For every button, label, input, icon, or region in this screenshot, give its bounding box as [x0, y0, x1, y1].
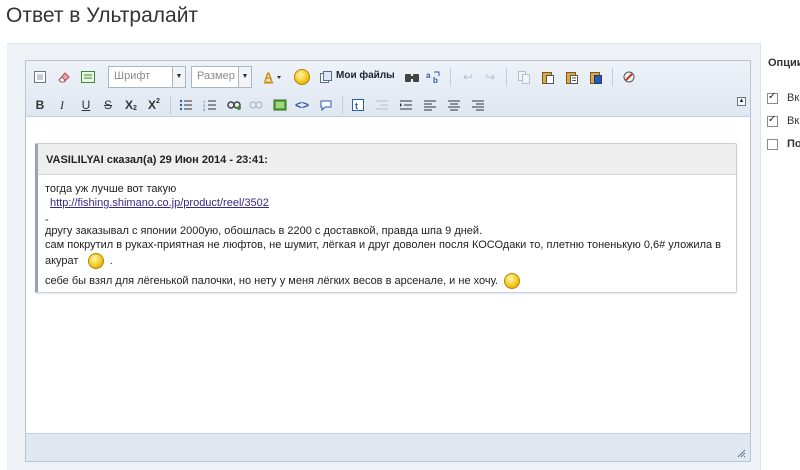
- subscript-button[interactable]: X2: [121, 95, 141, 115]
- paste-word-icon[interactable]: [586, 67, 606, 87]
- underline-button[interactable]: U: [76, 95, 96, 115]
- quote-line: -: [45, 214, 49, 226]
- strike-button[interactable]: S: [98, 95, 118, 115]
- copy-icon[interactable]: [514, 67, 534, 87]
- resize-grip-icon[interactable]: [736, 448, 746, 458]
- quote-line: акурат: [45, 254, 79, 267]
- paste-icon[interactable]: [538, 67, 558, 87]
- toolbar-row-1: Шрифт ▼ Размер ▼ A Мои файлы ab ↩ ↪: [26, 64, 750, 90]
- smiley-icon: [504, 273, 521, 289]
- toolbar-separator: [506, 68, 507, 86]
- quote-line: другу заказывал с японии 2000ую, обошлас…: [45, 225, 483, 237]
- quote-line: тогда уж лучше вот такую: [45, 183, 177, 195]
- spellcheck-icon[interactable]: [620, 67, 640, 87]
- align-center-icon[interactable]: [444, 95, 464, 115]
- bullet-list-icon[interactable]: [176, 95, 196, 115]
- chevron-down-icon: ▼: [172, 67, 185, 87]
- svg-text:b: b: [433, 76, 438, 84]
- svg-text:t: t: [355, 101, 358, 111]
- option-2[interactable]: Вк: [767, 114, 800, 129]
- option-2-checkbox[interactable]: [767, 114, 778, 127]
- svg-text:3: 3: [203, 107, 206, 111]
- size-select-value: Размер: [197, 70, 235, 82]
- superscript-button[interactable]: X2: [144, 95, 164, 115]
- toolbar-row-2: B I U S X2 X2 123 <> t: [26, 92, 750, 118]
- eraser-icon[interactable]: [54, 67, 74, 87]
- paste-text-icon[interactable]: [562, 67, 582, 87]
- redo-icon[interactable]: ↪: [480, 67, 500, 87]
- page-title: Ответ в Ультралайт: [6, 4, 199, 27]
- rich-text-editor: Шрифт ▼ Размер ▼ A Мои файлы ab ↩ ↪ B I …: [25, 60, 751, 462]
- editor-statusbar: [26, 433, 750, 461]
- numbered-list-icon[interactable]: 123: [200, 95, 220, 115]
- font-select[interactable]: Шрифт ▼: [108, 66, 186, 88]
- replace-icon[interactable]: ab: [424, 67, 444, 87]
- option-1-label: Вк: [787, 92, 800, 104]
- quote-icon[interactable]: [316, 95, 336, 115]
- bold-button[interactable]: B: [30, 95, 50, 115]
- svg-text:a: a: [426, 71, 431, 80]
- link-icon[interactable]: [224, 95, 244, 115]
- align-left-icon[interactable]: [420, 95, 440, 115]
- editor-content-area[interactable]: VASILILYAI сказал(а) 29 Июн 2014 - 23:41…: [26, 117, 750, 433]
- toggle-editor-icon[interactable]: [78, 67, 98, 87]
- quote-header: VASILILYAI сказал(а) 29 Июн 2014 - 23:41…: [38, 144, 736, 175]
- toolbar-separator: [612, 68, 613, 86]
- image-icon[interactable]: [270, 95, 290, 115]
- text-color-icon[interactable]: A: [262, 67, 288, 87]
- emoticon-icon[interactable]: [292, 67, 312, 87]
- option-1-checkbox[interactable]: [767, 91, 778, 104]
- smiley-icon: [294, 69, 310, 85]
- undo-icon[interactable]: ↩: [458, 67, 478, 87]
- laughing-smiley-icon: [87, 253, 104, 269]
- options-sidebar: Опции Вк Вк По: [760, 43, 800, 470]
- toolbar-separator: [450, 68, 451, 86]
- option-1[interactable]: Вк: [767, 91, 800, 106]
- option-3[interactable]: По: [767, 138, 800, 152]
- code-icon[interactable]: <>: [292, 95, 312, 115]
- myfiles-button[interactable]: Мои файлы: [336, 70, 395, 81]
- find-icon[interactable]: [402, 67, 422, 87]
- chevron-down-icon: ▼: [238, 67, 251, 87]
- superscript-label: X: [148, 98, 157, 112]
- collapse-toolbar-icon[interactable]: ▲: [737, 97, 746, 106]
- quote-line: себе бы взял для лёгенькой палочки, но н…: [45, 274, 499, 287]
- options-title: Опции: [768, 57, 800, 69]
- quote-line: сам покрутил в руках-приятная не люфтов,…: [45, 239, 722, 251]
- quote-link[interactable]: http://fishing.shimano.co.jp/product/ree…: [45, 197, 269, 209]
- indent-icon[interactable]: [396, 95, 416, 115]
- outdent-icon[interactable]: [372, 95, 392, 115]
- option-2-label: Вк: [787, 115, 800, 127]
- myfiles-icon[interactable]: [316, 67, 336, 87]
- toolbar-separator: [342, 96, 343, 114]
- option-3-checkbox[interactable]: [767, 138, 778, 150]
- italic-button[interactable]: I: [52, 95, 72, 115]
- align-right-icon[interactable]: [468, 95, 488, 115]
- quote-line: .: [109, 254, 113, 267]
- font-select-value: Шрифт: [114, 70, 151, 82]
- option-3-label: По: [787, 138, 800, 150]
- view-source-icon[interactable]: [30, 67, 50, 87]
- toolbar-separator: [170, 96, 171, 114]
- subscript-label: X: [125, 98, 134, 112]
- editor-toolbar: Шрифт ▼ Размер ▼ A Мои файлы ab ↩ ↪ B I …: [26, 61, 750, 117]
- size-select[interactable]: Размер ▼: [191, 66, 252, 88]
- quote-body: тогда уж лучше вот такую http://fishing.…: [38, 175, 736, 289]
- unlink-icon[interactable]: [246, 95, 266, 115]
- quote-block: VASILILYAI сказал(а) 29 Июн 2014 - 23:41…: [35, 143, 737, 293]
- spoiler-icon[interactable]: t: [348, 95, 368, 115]
